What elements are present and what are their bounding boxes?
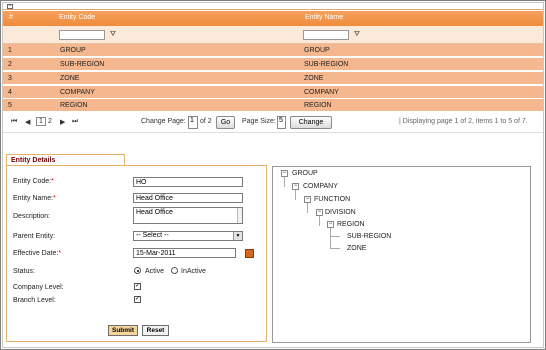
entity-code-cell: GROUP (60, 47, 86, 54)
chevron-down-icon[interactable]: ▼ (233, 232, 242, 240)
table-row[interactable]: 4 COMPANY COMPANY (3, 86, 543, 99)
entity-tree-panel (272, 166, 531, 343)
parent-entity-value: -- Select -- (136, 232, 169, 239)
collapse-icon[interactable]: − (292, 183, 299, 190)
last-page-icon[interactable]: ⏭ (72, 118, 78, 126)
description-value: Head Office (136, 209, 173, 216)
change-page-label: Change Page: (141, 118, 186, 125)
entity-code-filter-input[interactable] (59, 30, 105, 40)
tree-connector (330, 248, 340, 249)
grid-toolbar: − (3, 3, 543, 10)
column-header-entity-name[interactable]: Entity Name (305, 14, 343, 21)
entity-name-cell: SUB-REGION (304, 61, 349, 68)
tree-node-company[interactable]: COMPANY (303, 183, 338, 190)
tree-node-region[interactable]: REGION (337, 221, 365, 228)
page-number-input[interactable]: 1 (188, 116, 198, 129)
collapse-icon[interactable]: − (7, 4, 13, 9)
page-size-input[interactable]: 5 (277, 116, 286, 129)
pager: ⏮ ◀ 1 2 ▶ ⏭ Change Page: 1 of 2 Go Page … (3, 113, 543, 133)
company-level-label: Company Level: (13, 284, 64, 291)
row-number: 5 (8, 102, 12, 109)
collapse-icon[interactable]: − (316, 209, 323, 216)
submit-button[interactable]: Submit (108, 325, 138, 336)
entity-code-input[interactable]: HO (133, 177, 243, 187)
tree-connector (330, 236, 340, 237)
next-page-icon[interactable]: ▶ (60, 118, 65, 126)
funnel-icon[interactable]: ⛛ (110, 31, 116, 39)
status-active-label: Active (145, 268, 165, 275)
of-pages-label: of 2 (200, 118, 212, 125)
column-header-number[interactable]: # (9, 14, 13, 21)
entity-name-cell: REGION (304, 102, 332, 109)
column-header-entity-code[interactable]: Entity Code (59, 14, 95, 21)
parent-entity-label: Parent Entity: (13, 233, 56, 240)
grid-header: # Entity Code Entity Name (3, 11, 543, 26)
entity-name-input[interactable]: Head Office (133, 193, 243, 203)
entity-code-cell: SUB-REGION (60, 61, 105, 68)
calendar-icon[interactable] (245, 249, 254, 258)
parent-entity-select[interactable]: -- Select -- ▼ (133, 231, 243, 241)
tree-node-division[interactable]: DIVISION (325, 209, 356, 216)
page-link-1[interactable]: 1 (36, 117, 46, 126)
entity-name-cell: COMPANY (304, 89, 339, 96)
tree-node-function[interactable]: FUNCTION (314, 196, 350, 203)
entity-name-filter-input[interactable] (303, 30, 349, 40)
collapse-icon[interactable]: − (281, 170, 288, 177)
go-button[interactable]: Go (216, 116, 235, 129)
tree-connector (319, 216, 320, 226)
page-number-value: 1 (190, 117, 194, 124)
collapse-icon[interactable]: − (327, 221, 334, 228)
status-label: Status: (13, 268, 35, 275)
tree-node-group[interactable]: GROUP (292, 170, 318, 177)
table-row[interactable]: 1 GROUP GROUP (3, 44, 543, 57)
filter-row: ⛛ ⛛ (3, 26, 543, 44)
table-row[interactable]: 2 SUB-REGION SUB-REGION (3, 58, 543, 71)
description-textarea[interactable]: Head Office (133, 207, 243, 224)
entity-code-cell: REGION (60, 102, 88, 109)
previous-page-icon[interactable]: ◀ (25, 118, 30, 126)
change-page-size-button[interactable]: Change (290, 116, 332, 129)
page-link-2[interactable]: 2 (48, 118, 52, 125)
row-number: 2 (8, 61, 12, 68)
table-row[interactable]: 3 ZONE ZONE (3, 72, 543, 85)
company-level-checkbox[interactable]: ✓ (134, 283, 141, 290)
tree-connector (284, 177, 285, 187)
branch-level-checkbox[interactable]: ✓ (134, 296, 141, 303)
reset-button[interactable]: Reset (142, 325, 169, 336)
paging-summary: | Displaying page 1 of 2, items 1 to 5 o… (399, 118, 528, 125)
status-inactive-label: InActive (181, 268, 206, 275)
tree-connector (330, 228, 331, 248)
tree-node-sub-region[interactable]: SUB-REGION (347, 233, 391, 240)
description-label: Description: (13, 213, 50, 220)
effective-date-label: Effective Date:* (13, 250, 62, 257)
effective-date-input[interactable]: 15-Mar-2011 (133, 248, 236, 258)
tree-connector (295, 190, 296, 200)
page-size-value: 5 (279, 117, 283, 124)
tree-node-zone[interactable]: ZONE (347, 245, 366, 252)
first-page-icon[interactable]: ⏮ (11, 118, 17, 126)
funnel-icon[interactable]: ⛛ (354, 31, 360, 39)
entity-name-label: Entity Name:* (13, 195, 56, 202)
row-number: 3 (8, 75, 12, 82)
status-active-radio[interactable] (134, 267, 141, 274)
entity-name-cell: ZONE (304, 75, 324, 82)
entity-code-cell: COMPANY (60, 89, 95, 96)
textarea-scrollbar[interactable] (237, 208, 242, 223)
entity-name-cell: GROUP (304, 47, 330, 54)
status-inactive-radio[interactable] (171, 267, 178, 274)
entity-code-cell: ZONE (60, 75, 80, 82)
page-size-label: Page Size: (242, 118, 276, 125)
entity-code-label: Entity Code:* (13, 178, 54, 185)
collapse-icon[interactable]: − (304, 196, 311, 203)
row-number: 1 (8, 47, 12, 54)
row-number: 4 (8, 89, 12, 96)
table-row[interactable]: 5 REGION REGION (3, 99, 543, 112)
branch-level-label: Branch Level: (13, 297, 56, 304)
tree-connector (307, 203, 308, 213)
